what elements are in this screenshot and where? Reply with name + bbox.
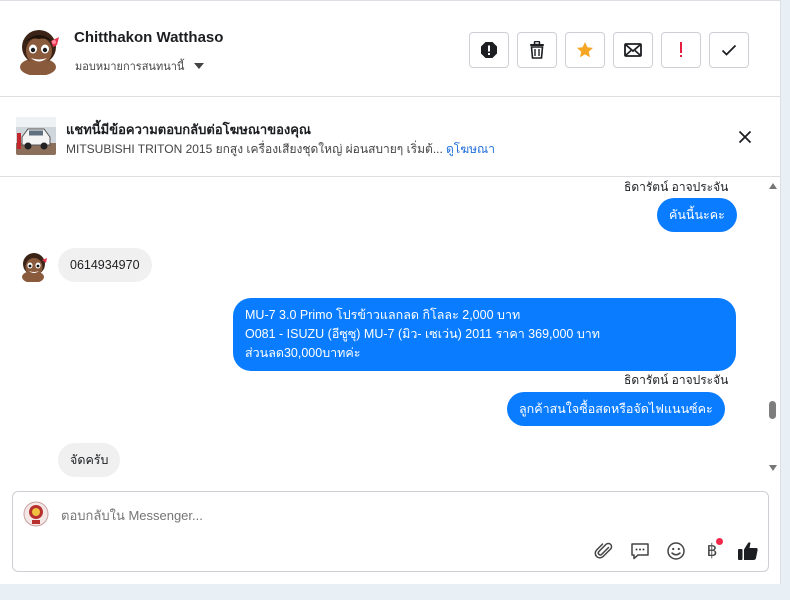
emoji-icon — [667, 542, 685, 560]
thumbs-up-icon — [738, 542, 758, 560]
close-banner-button[interactable] — [733, 125, 757, 149]
emoji-button[interactable] — [663, 539, 689, 563]
message-line: O081 - ISUZU (อีซูซุ) MU-7 (มิว- เซเว่น)… — [245, 327, 601, 341]
star-button[interactable] — [565, 32, 605, 68]
page-avatar — [23, 501, 49, 527]
trash-icon — [530, 41, 544, 59]
caret-down-icon — [194, 63, 205, 69]
view-ad-link[interactable]: ดูโฆษณา — [446, 140, 495, 159]
outgoing-message[interactable]: คันนี้นะคะ — [657, 198, 737, 232]
ad-banner-title: แชทนี้มีข้อความตอบกลับต่อโฆษณาของคุณ — [66, 122, 311, 137]
envelope-icon — [624, 43, 642, 57]
reply-input[interactable] — [61, 508, 661, 523]
mark-unread-button[interactable] — [613, 32, 653, 68]
scroll-up-arrow-icon[interactable] — [769, 183, 777, 189]
contact-avatar-small — [22, 253, 47, 282]
ad-description: MITSUBISHI TRITON 2015 ยกสูง เครื่องเสีย… — [66, 142, 443, 156]
check-icon — [721, 44, 737, 56]
scroll-down-arrow-icon[interactable] — [769, 465, 777, 471]
assign-label: มอบหมายการสนทนานี้ — [75, 61, 185, 73]
outgoing-message[interactable]: ลูกค้าสนใจซื้อสดหรือจัดไฟแนนซ์คะ — [507, 392, 725, 426]
message-line: ส่วนลด30,000บาทค่ะ — [245, 346, 361, 360]
like-button[interactable] — [735, 539, 761, 563]
sender-name: ธิดารัตน์ อาจประจัน — [624, 373, 729, 387]
outgoing-message-multiline[interactable]: MU-7 3.0 Primo โปรข้าวแลกลด กิโลละ 2,000… — [233, 298, 736, 371]
scrollbar-thumb[interactable] — [769, 401, 776, 419]
incoming-message[interactable]: 0614934970 — [58, 248, 152, 282]
attach-icon — [594, 542, 613, 559]
close-icon — [738, 130, 752, 144]
conversation-toolbar — [469, 32, 749, 68]
payment-button[interactable]: ฿ — [699, 538, 725, 563]
conversation-panel: Chitthakon Watthaso มอบหมายการสนทนานี้ แ… — [0, 0, 781, 584]
mark-spam-button[interactable] — [661, 32, 701, 68]
notification-dot — [716, 538, 723, 545]
saved-replies-button[interactable] — [627, 539, 653, 563]
thread-scrollbar[interactable] — [766, 177, 780, 481]
assign-conversation-dropdown[interactable]: มอบหมายการสนทนานี้ — [75, 57, 205, 75]
contact-name[interactable]: Chitthakon Watthaso — [74, 29, 223, 46]
ad-thumbnail[interactable] — [16, 117, 56, 155]
conversation-header: Chitthakon Watthaso มอบหมายการสนทนานี้ — [0, 1, 781, 97]
incoming-message[interactable]: จัดครับ — [58, 443, 121, 477]
message-thread[interactable]: ธิดารัตน์ อาจประจัน คันนี้นะคะ 061493497… — [0, 177, 768, 481]
report-button[interactable] — [469, 32, 509, 68]
report-icon — [481, 42, 497, 58]
baht-icon: ฿ — [706, 541, 718, 561]
delete-button[interactable] — [517, 32, 557, 68]
mark-done-button[interactable] — [709, 32, 749, 68]
star-icon — [577, 42, 593, 58]
attach-button[interactable] — [591, 539, 617, 563]
message-line: MU-7 3.0 Primo โปรข้าวแลกลด กิโลละ 2,000… — [245, 308, 521, 322]
message-composer: ฿ — [12, 491, 769, 572]
sender-name: ธิดารัตน์ อาจประจัน — [624, 180, 729, 194]
exclamation-icon — [680, 42, 682, 57]
ad-reply-banner: แชทนี้มีข้อความตอบกลับต่อโฆษณาของคุณ MIT… — [0, 97, 781, 177]
composer-actions: ฿ — [591, 538, 761, 563]
user-avatar[interactable] — [16, 25, 62, 75]
chat-bubble-icon — [631, 543, 649, 560]
